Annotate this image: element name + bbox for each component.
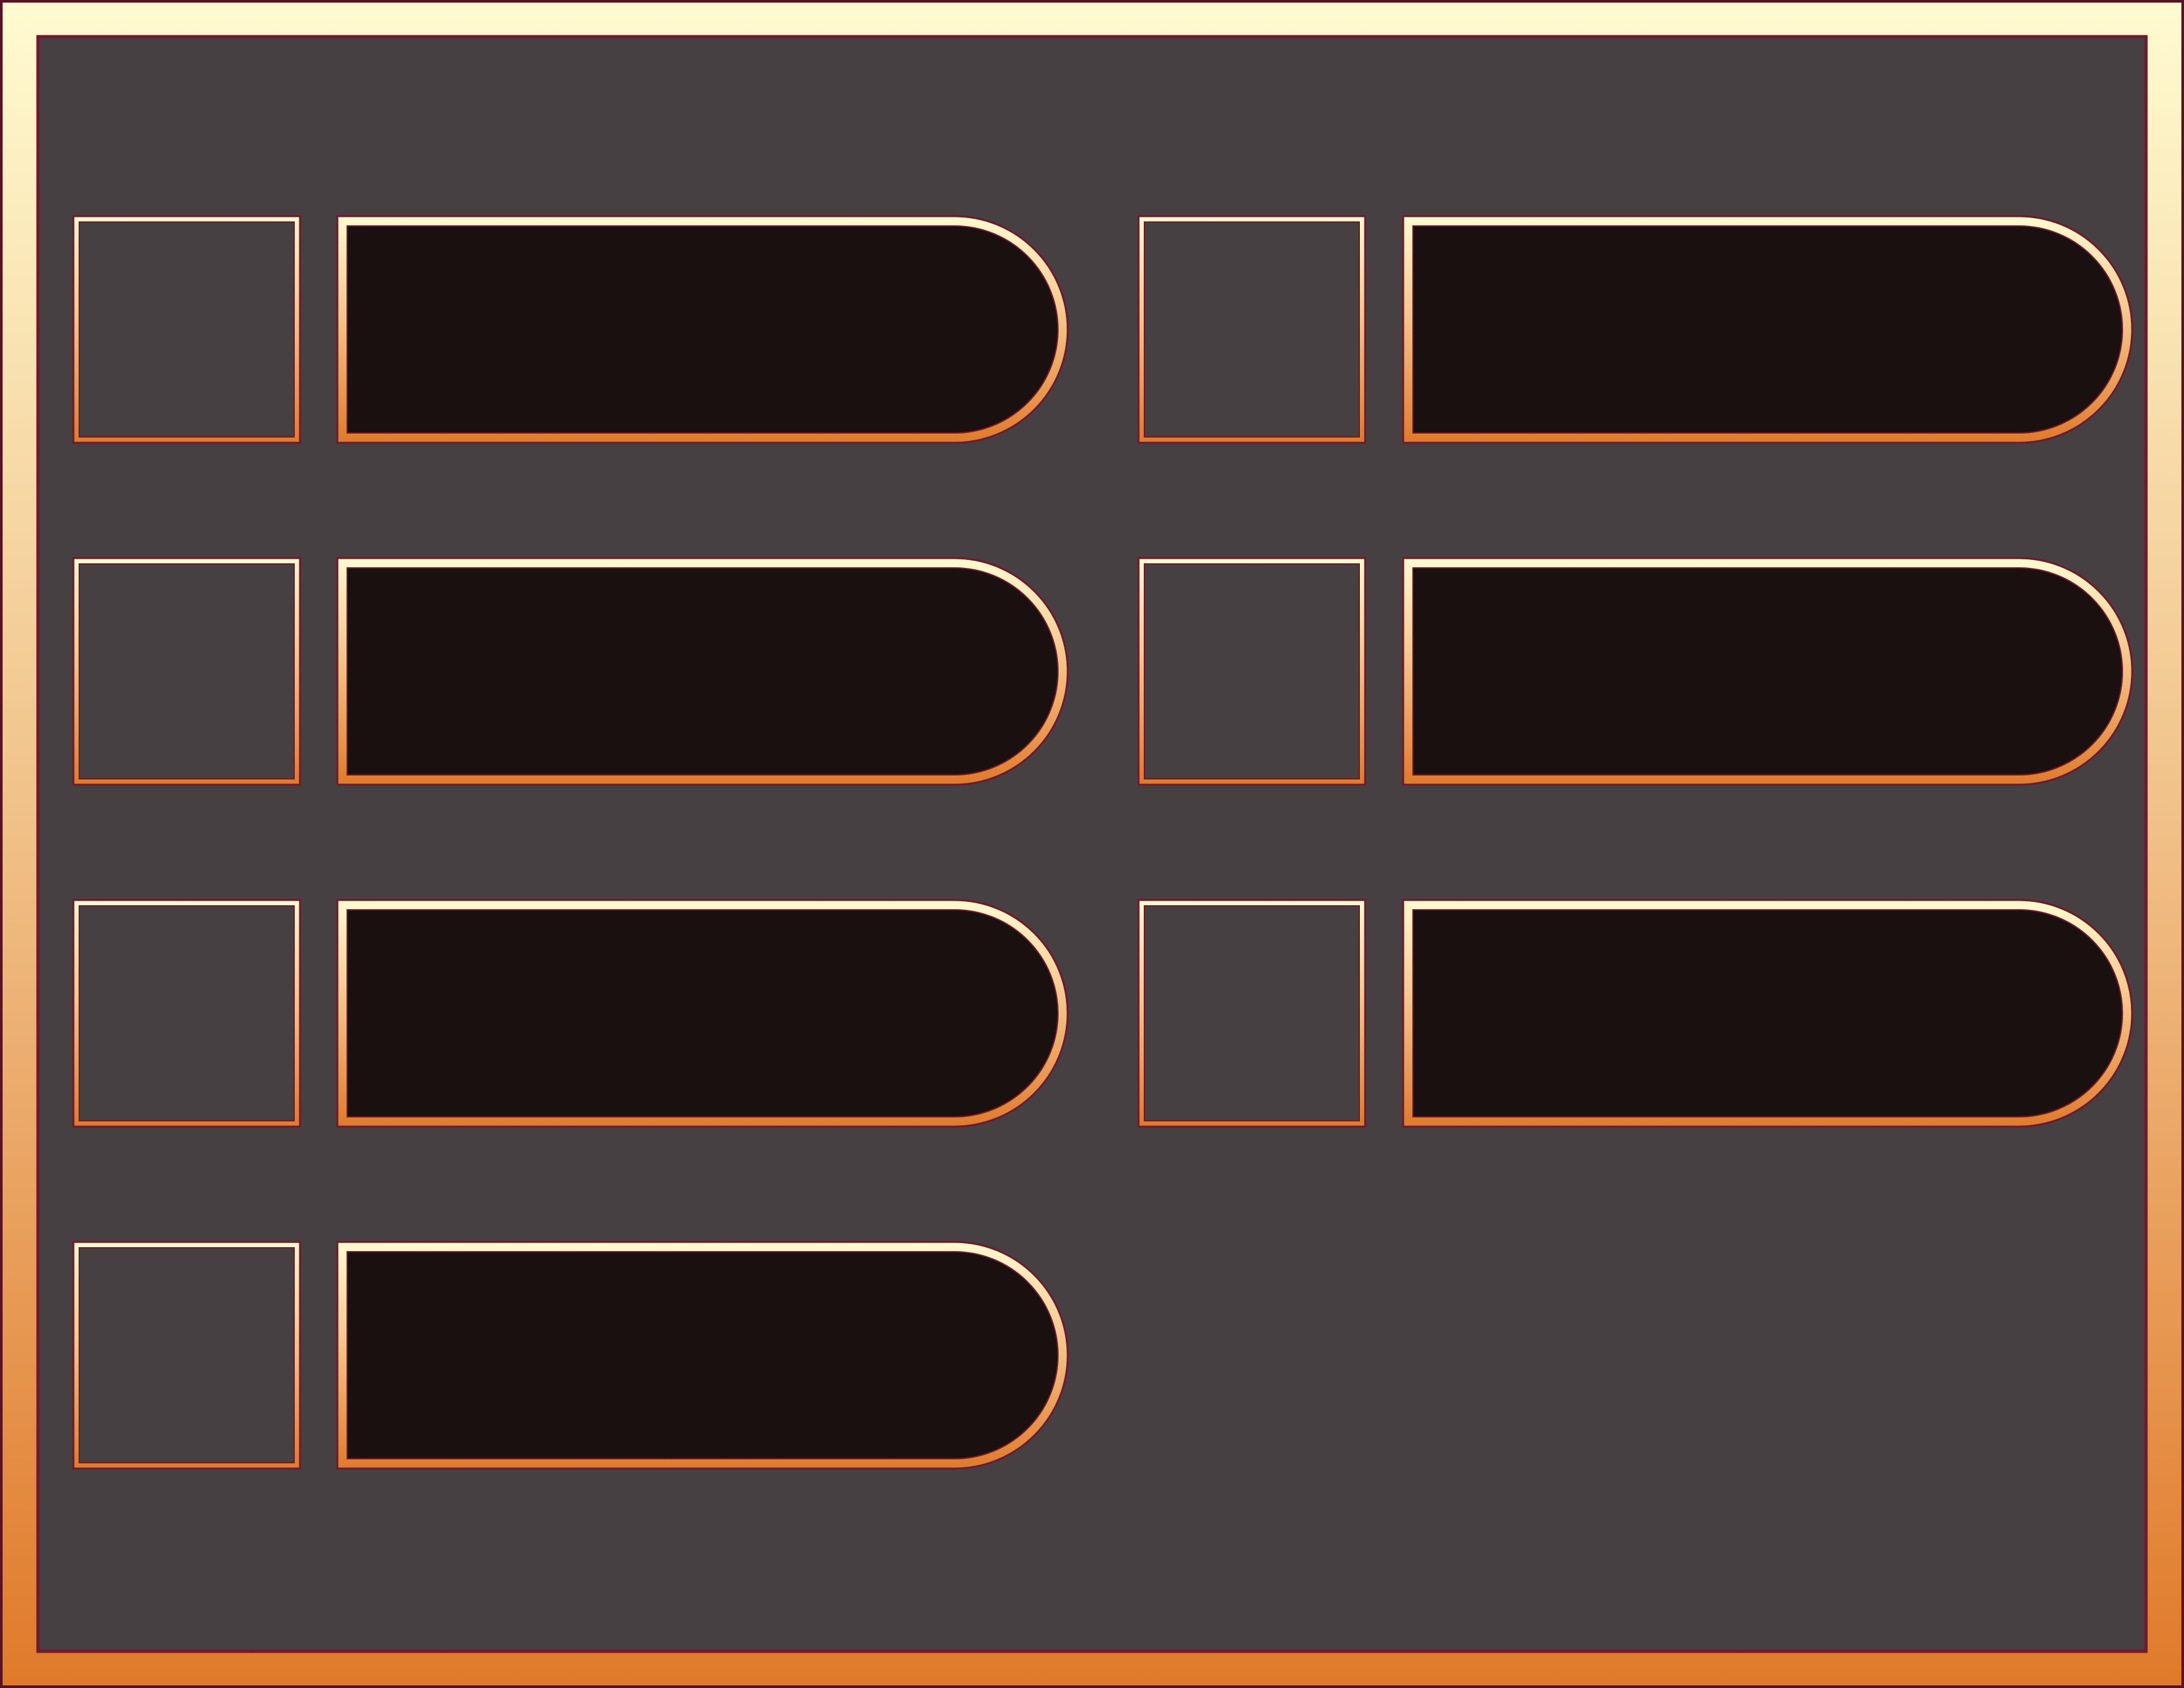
inventory-panel	[0, 0, 2184, 1688]
item-icon-slot[interactable]	[72, 899, 301, 1128]
item-name-bar[interactable]	[1402, 899, 2134, 1128]
item-icon-slot[interactable]	[72, 1241, 301, 1470]
item-name-bar[interactable]	[1402, 215, 2134, 444]
item-name-bar[interactable]	[336, 557, 1069, 786]
item-slot[interactable]	[72, 557, 1069, 786]
item-name-bar[interactable]	[336, 899, 1069, 1128]
item-slot[interactable]	[1137, 215, 2134, 444]
item-icon-slot[interactable]	[1137, 899, 1366, 1128]
item-slot[interactable]	[1137, 557, 2134, 786]
item-name-bar[interactable]	[1402, 557, 2134, 786]
item-name-bar[interactable]	[336, 215, 1069, 444]
item-icon-slot[interactable]	[1137, 215, 1366, 444]
item-slot[interactable]	[72, 215, 1069, 444]
item-slot[interactable]	[72, 1241, 1069, 1470]
item-icon-slot[interactable]	[72, 215, 301, 444]
item-name-bar[interactable]	[336, 1241, 1069, 1470]
item-icon-slot[interactable]	[1137, 557, 1366, 786]
item-slot[interactable]	[1137, 899, 2134, 1128]
item-slot[interactable]	[72, 899, 1069, 1128]
item-icon-slot[interactable]	[72, 557, 301, 786]
